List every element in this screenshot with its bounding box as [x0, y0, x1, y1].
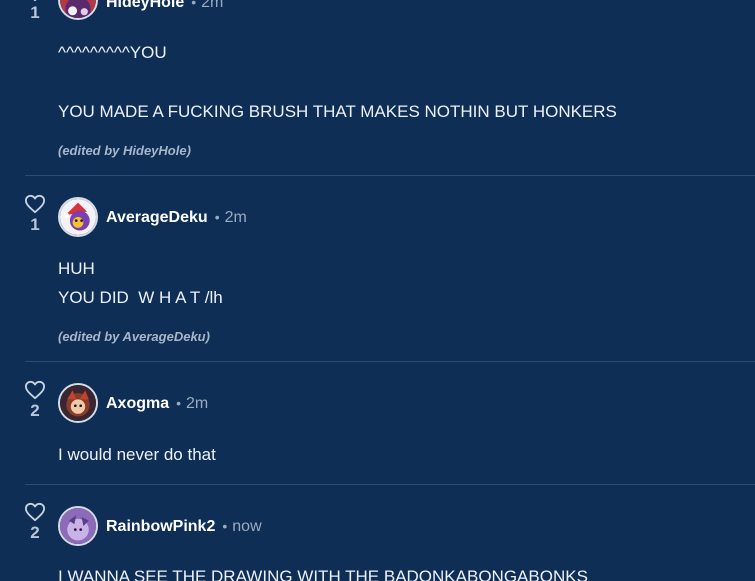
like-count: 1 [30, 3, 40, 22]
avatar-image [60, 508, 96, 544]
heart-outline-icon[interactable] [24, 380, 46, 400]
author-name[interactable]: AverageDeku [106, 209, 208, 226]
comment-text-line: HUH [58, 259, 95, 278]
avatar-image [60, 385, 96, 421]
heart-outline-icon[interactable] [24, 502, 46, 522]
meta-separator: • [191, 0, 197, 10]
avatar-image [60, 0, 96, 18]
comment-text-line: I would never do that [58, 445, 216, 464]
avatar[interactable] [58, 506, 98, 546]
comment-item: 1 HideyHole • 2m ^^^^^^^^^YOU YOU MADE A F… [0, 0, 755, 176]
comment-time[interactable]: now [232, 518, 261, 535]
edited-note: (edited by AverageDeku) [58, 329, 210, 344]
meta-separator: • [176, 395, 182, 411]
like-count: 1 [30, 215, 40, 234]
comment-feed: 1 HideyHole • 2m ^^^^^^^^^YOU YOU MADE A F… [0, 0, 755, 581]
comment-text-line: I WANNA SEE THE DRAWING WITH THE BADONKA… [58, 567, 588, 581]
like-control[interactable]: 1 [22, 194, 48, 235]
comment-text-line: ^^^^^^^^^YOU [58, 43, 167, 62]
comment-item: 2 RainbowPink2 • now I WANNA SEE THE DRAWI… [0, 485, 755, 581]
comment-text-line: YOU DID W H A T /lh [58, 288, 223, 307]
comment-meta: RainbowPink2 • now [106, 516, 262, 537]
author-name[interactable]: Axogma [106, 395, 169, 412]
comment-item: 1 AverageDeku • 2m HUH YOU DID W H A T /lh… [0, 176, 755, 362]
avatar[interactable] [58, 0, 98, 20]
like-control[interactable]: 1 [22, 0, 48, 23]
comment-text-line: YOU MADE A FUCKING BRUSH THAT MAKES NOTH… [58, 102, 617, 121]
like-count: 2 [30, 523, 40, 542]
comment-item: 2 Axogma • 2m I would never do that [0, 362, 755, 485]
meta-separator: • [222, 518, 228, 534]
like-control[interactable]: 2 [22, 502, 48, 543]
heart-outline-icon[interactable] [24, 194, 46, 214]
comment-meta: Axogma • 2m [106, 393, 208, 414]
like-control[interactable]: 2 [22, 380, 48, 421]
comment-time[interactable]: 2m [225, 209, 247, 226]
meta-separator: • [214, 209, 220, 225]
heart-outline-icon[interactable] [24, 0, 46, 2]
comment-meta: HideyHole • 2m [106, 0, 223, 13]
author-name[interactable]: RainbowPink2 [106, 518, 215, 535]
avatar[interactable] [58, 197, 98, 237]
author-name[interactable]: HideyHole [106, 0, 184, 11]
edited-note: (edited by HideyHole) [58, 143, 191, 158]
like-count: 2 [30, 401, 40, 420]
comment-time[interactable]: 2m [201, 0, 223, 11]
comment-time[interactable]: 2m [186, 395, 208, 412]
avatar[interactable] [58, 383, 98, 423]
comment-meta: AverageDeku • 2m [106, 207, 247, 228]
avatar-image [60, 199, 96, 235]
